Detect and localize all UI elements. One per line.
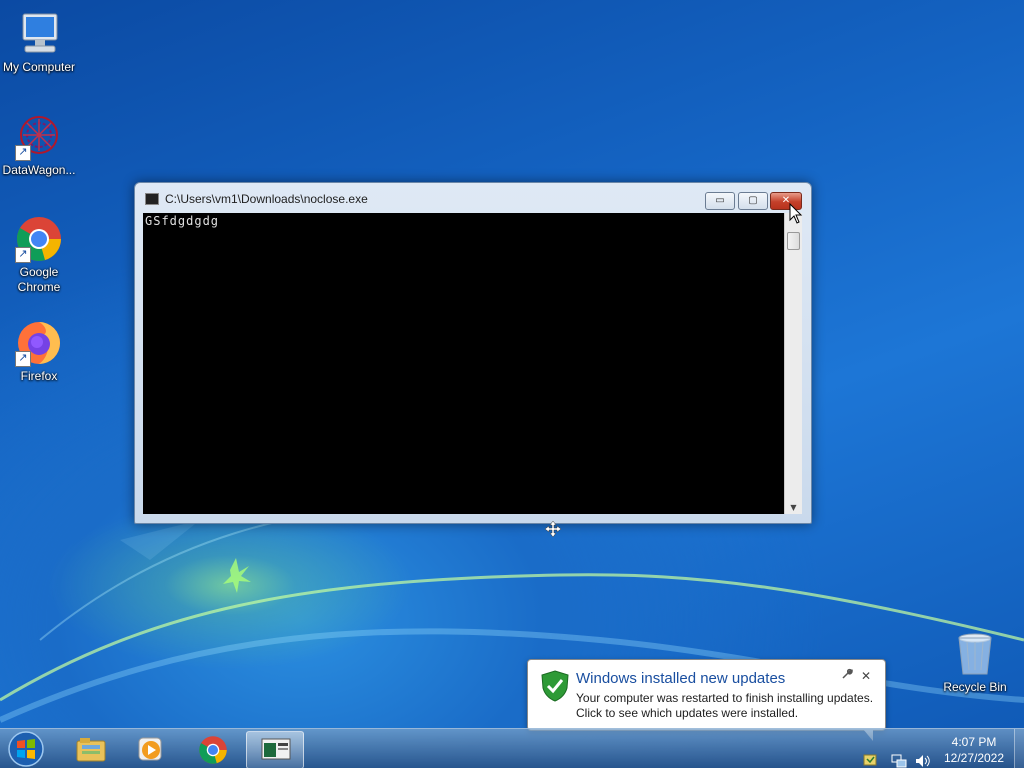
taskbar: 4:07 PM 12/27/2022 — [0, 728, 1024, 768]
update-notification[interactable]: Windows installed new updates Your compu… — [527, 659, 886, 741]
window-titlebar[interactable]: C:\Users\vm1\Downloads\noclose.exe ▭ ▢ ✕ — [135, 183, 811, 213]
volume-icon[interactable] — [914, 741, 932, 768]
desktop-icon-my-computer[interactable]: My Computer — [0, 10, 78, 75]
taskbar-media-player[interactable] — [122, 731, 178, 767]
notification-title: Windows installed new updates — [576, 670, 786, 687]
scrollbar-thumb[interactable] — [787, 232, 800, 250]
notification-body: Your computer was restarted to finish in… — [576, 691, 873, 721]
desktop-icon-recycle-bin[interactable]: Recycle Bin — [936, 630, 1014, 695]
console-icon — [261, 738, 291, 760]
minimize-button[interactable]: ▭ — [705, 192, 735, 210]
network-icon[interactable] — [891, 741, 907, 768]
desktop-icon-label: Recycle Bin — [943, 680, 1007, 694]
shortcut-arrow-icon: ↗ — [15, 145, 31, 161]
firefox-icon: ↗ — [15, 319, 63, 367]
desktop-icon-label: My Computer — [2, 60, 76, 74]
media-player-icon — [138, 737, 162, 761]
action-center-icon[interactable] — [862, 740, 878, 768]
chrome-icon — [199, 736, 227, 764]
desktop-icon-datawagon[interactable]: ↗ DataWagon... — [0, 113, 78, 178]
desktop-icon-label: DataWagon... — [2, 163, 76, 177]
settings-wrench-icon[interactable] — [841, 668, 853, 683]
recycle-bin-icon — [951, 630, 999, 678]
desktop-icon-firefox[interactable]: ↗ Firefox — [0, 319, 78, 384]
datawagon-icon: ↗ — [15, 113, 63, 161]
scroll-down-arrow-icon[interactable]: ▼ — [785, 503, 802, 512]
notification-line2: Click to see which updates were installe… — [576, 706, 799, 720]
console-output-area[interactable]: GSfdgdgdg — [143, 213, 784, 514]
notification-close-button[interactable]: ✕ — [861, 669, 871, 683]
window-title: C:\Users\vm1\Downloads\noclose.exe — [165, 192, 368, 206]
clock-date: 12/27/2022 — [943, 751, 1005, 765]
desktop-icon-google-chrome[interactable]: ↗ Google Chrome — [0, 215, 78, 295]
clock-time: 4:07 PM — [951, 735, 997, 749]
console-text: GSfdgdgdg — [145, 214, 220, 228]
mouse-pointer-icon — [789, 203, 803, 224]
taskbar-chrome[interactable] — [184, 731, 240, 767]
start-button[interactable] — [6, 730, 46, 768]
desktop-icon-label: Google Chrome — [17, 265, 61, 294]
shortcut-arrow-icon: ↗ — [15, 247, 31, 263]
shortcut-arrow-icon: ↗ — [15, 351, 31, 367]
vertical-scrollbar[interactable]: ▼ — [784, 213, 802, 514]
windows-explorer-icon — [76, 738, 106, 762]
shield-check-icon — [541, 670, 569, 702]
desktop-icon-label: Firefox — [20, 369, 58, 383]
taskbar-console[interactable] — [246, 731, 304, 768]
move-cursor-icon — [544, 520, 562, 538]
system-clock[interactable]: 4:07 PM 12/27/2022 — [936, 734, 1012, 766]
chrome-icon: ↗ — [15, 215, 63, 263]
show-desktop-button[interactable] — [1014, 729, 1024, 768]
console-app-icon — [145, 193, 159, 205]
notification-line1: Your computer was restarted to finish in… — [576, 691, 874, 705]
maximize-button[interactable]: ▢ — [738, 192, 768, 210]
console-window[interactable]: C:\Users\vm1\Downloads\noclose.exe ▭ ▢ ✕… — [134, 182, 812, 524]
taskbar-windows-explorer[interactable] — [62, 731, 118, 767]
windows-logo-icon — [8, 731, 44, 767]
computer-icon — [15, 10, 63, 58]
